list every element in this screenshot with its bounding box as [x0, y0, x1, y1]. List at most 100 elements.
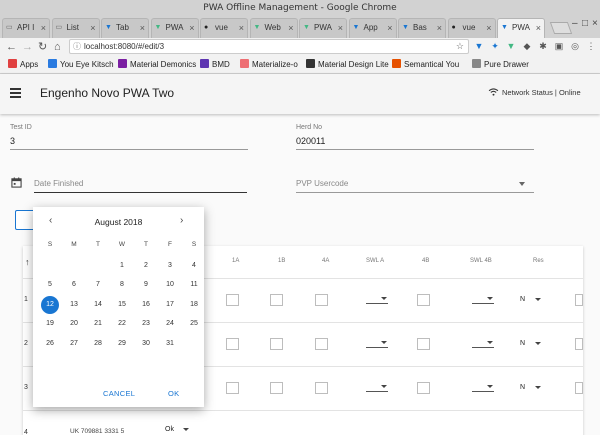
day-button[interactable]: 14: [89, 296, 107, 314]
maximize-icon[interactable]: □: [582, 18, 588, 29]
swl-select[interactable]: [366, 382, 388, 392]
day-button[interactable]: 10: [161, 276, 179, 294]
day-button[interactable]: 29: [113, 335, 131, 353]
checkbox[interactable]: [417, 382, 430, 394]
chevron-down-icon[interactable]: [519, 182, 525, 186]
tab-close-icon[interactable]: ×: [288, 19, 293, 37]
new-tab-button[interactable]: [549, 22, 573, 34]
extension-icon[interactable]: ✦: [490, 41, 500, 51]
day-button[interactable]: 19: [41, 315, 59, 333]
day-button[interactable]: 16: [137, 296, 155, 314]
browser-tab[interactable]: ▼ PWA ×: [497, 18, 545, 38]
forward-icon[interactable]: →: [22, 39, 33, 55]
swl-select[interactable]: [366, 338, 388, 348]
day-button[interactable]: 15: [113, 296, 131, 314]
reload-icon[interactable]: ↻: [38, 39, 47, 55]
tab-close-icon[interactable]: ×: [387, 19, 392, 37]
checkbox[interactable]: [417, 294, 430, 306]
day-button[interactable]: 27: [65, 335, 83, 353]
day-button[interactable]: 30: [137, 335, 155, 353]
checkbox[interactable]: [315, 294, 328, 306]
day-button[interactable]: 13: [65, 296, 83, 314]
pvp-usercode-select[interactable]: PVP Usercode: [296, 179, 348, 188]
back-icon[interactable]: ←: [6, 39, 17, 55]
column-header[interactable]: SWL A: [366, 258, 384, 264]
vuetify-extension-icon[interactable]: ▼: [474, 41, 484, 51]
tab-close-icon[interactable]: ×: [41, 19, 46, 37]
swl-select[interactable]: [472, 294, 494, 304]
swl-select[interactable]: [472, 338, 494, 348]
day-button[interactable]: 21: [89, 315, 107, 333]
close-window-icon[interactable]: ×: [592, 18, 598, 29]
bookmark-apps[interactable]: Apps: [8, 59, 38, 71]
checkbox[interactable]: [575, 294, 583, 306]
menu-icon[interactable]: [10, 88, 21, 98]
checkbox[interactable]: [315, 338, 328, 350]
browser-tab[interactable]: ▼ PWA ×: [150, 18, 199, 38]
extension-icon[interactable]: ▣: [554, 41, 564, 51]
day-button[interactable]: 31: [161, 335, 179, 353]
bookmark-star-icon[interactable]: ☆: [456, 40, 464, 53]
column-header[interactable]: 1B: [278, 258, 285, 264]
browser-tab[interactable]: ▼ Web ×: [249, 18, 298, 38]
tab-close-icon[interactable]: ×: [239, 19, 244, 37]
tab-close-icon[interactable]: ×: [486, 19, 491, 37]
extension-icon[interactable]: ✱: [538, 41, 548, 51]
checkbox[interactable]: [226, 338, 239, 350]
column-header[interactable]: Res: [533, 258, 544, 264]
bookmark-you-eye-kitsch[interactable]: You Eye Kitsch: [48, 59, 114, 71]
browser-tab[interactable]: ▼ App ×: [348, 18, 397, 38]
result-select[interactable]: N: [520, 384, 541, 391]
test-id-field[interactable]: 3: [10, 136, 15, 146]
sort-arrow-icon[interactable]: ↑: [25, 257, 30, 267]
bookmark-material-demonics[interactable]: Material Demonics: [118, 59, 196, 71]
vue-devtools-icon[interactable]: ▼: [506, 41, 516, 51]
day-button[interactable]: 5: [41, 276, 59, 294]
date-finished-field[interactable]: Date Finished: [34, 179, 83, 188]
checkbox[interactable]: [270, 382, 283, 394]
tab-close-icon[interactable]: ×: [338, 19, 343, 37]
day-button[interactable]: 3: [161, 257, 179, 275]
bookmark-material-design-lite[interactable]: Material Design Lite: [306, 59, 389, 71]
column-header[interactable]: SWL 4B: [470, 258, 492, 264]
day-button[interactable]: 11: [185, 276, 203, 294]
browser-tab[interactable]: ● vue ×: [447, 18, 496, 38]
column-header[interactable]: 1A: [232, 258, 239, 264]
browser-tab[interactable]: ● vue ×: [200, 18, 248, 38]
bookmark-materialize-o[interactable]: Materialize-o: [240, 59, 298, 71]
cancel-button[interactable]: CANCEL: [103, 389, 135, 398]
bookmark-semantical-you[interactable]: Semantical You: [392, 59, 459, 71]
day-button[interactable]: 2: [137, 257, 155, 275]
checkbox[interactable]: [575, 382, 583, 394]
home-icon[interactable]: ⌂: [54, 39, 61, 55]
day-button[interactable]: 18: [185, 296, 203, 314]
tab-close-icon[interactable]: ×: [437, 19, 442, 37]
day-button[interactable]: 23: [137, 315, 155, 333]
day-button[interactable]: 1: [113, 257, 131, 275]
day-button[interactable]: 7: [89, 276, 107, 294]
checkbox[interactable]: [575, 338, 583, 350]
browser-tab[interactable]: ▭ API I ×: [2, 18, 50, 38]
minimize-icon[interactable]: –: [572, 18, 578, 29]
day-button[interactable]: 17: [161, 296, 179, 314]
checkbox[interactable]: [226, 294, 239, 306]
day-button[interactable]: 25: [185, 315, 203, 333]
edit-button[interactable]: [15, 210, 35, 230]
checkbox[interactable]: [315, 382, 328, 394]
browser-tab[interactable]: ▼ Bas ×: [398, 18, 446, 38]
ok-button[interactable]: OK: [168, 389, 179, 398]
swl-select[interactable]: [366, 294, 388, 304]
browser-tab[interactable]: ▼ Tab ×: [101, 18, 149, 38]
day-button[interactable]: 6: [65, 276, 83, 294]
info-icon[interactable]: ⓘ: [73, 40, 81, 53]
selected-day[interactable]: 12: [41, 296, 59, 314]
tab-close-icon[interactable]: ×: [90, 19, 95, 37]
bookmark-bmd[interactable]: BMD: [200, 59, 230, 71]
browser-tab[interactable]: ▼ PWA ×: [299, 18, 347, 38]
bookmark-pure-drawer[interactable]: Pure Drawer: [472, 59, 529, 71]
calendar-icon[interactable]: [11, 177, 22, 188]
day-button[interactable]: 4: [185, 257, 203, 275]
checkbox[interactable]: [226, 382, 239, 394]
day-button[interactable]: 26: [41, 335, 59, 353]
tab-close-icon[interactable]: ×: [189, 19, 194, 37]
